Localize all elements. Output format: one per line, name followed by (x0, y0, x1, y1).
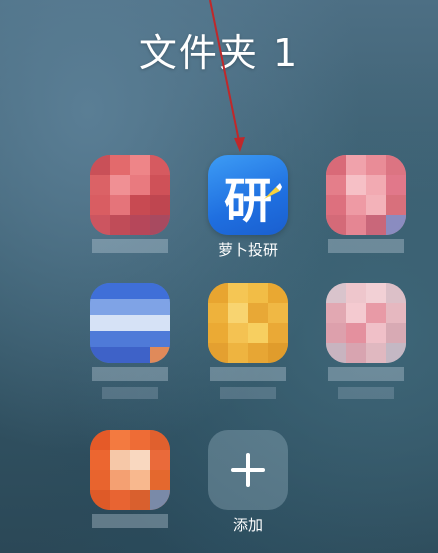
blurred-label (328, 367, 404, 381)
blurred-app-icon (208, 283, 288, 363)
carrot-icon (264, 183, 282, 199)
blurred-app-icon (90, 155, 170, 235)
luobo-touyan-app-icon: 研 (208, 155, 288, 235)
blurred-label (92, 239, 168, 253)
blurred-label (220, 387, 276, 399)
blurred-app-icon (90, 283, 170, 363)
blurred-label (92, 367, 168, 381)
blurred-app-icon (326, 155, 406, 235)
blurred-label (92, 514, 168, 528)
blurred-label (210, 367, 286, 381)
blurred-app-icon (90, 430, 170, 510)
blurred-label (328, 239, 404, 253)
blurred-label (102, 387, 158, 399)
app-label: 萝卜投研 (217, 241, 278, 259)
blurred-app-icon (326, 283, 406, 363)
blurred-label (338, 387, 394, 399)
add-label: 添加 (232, 516, 263, 534)
folder-title[interactable]: 文件夹 1 (0, 22, 438, 77)
plus-icon (208, 430, 288, 510)
